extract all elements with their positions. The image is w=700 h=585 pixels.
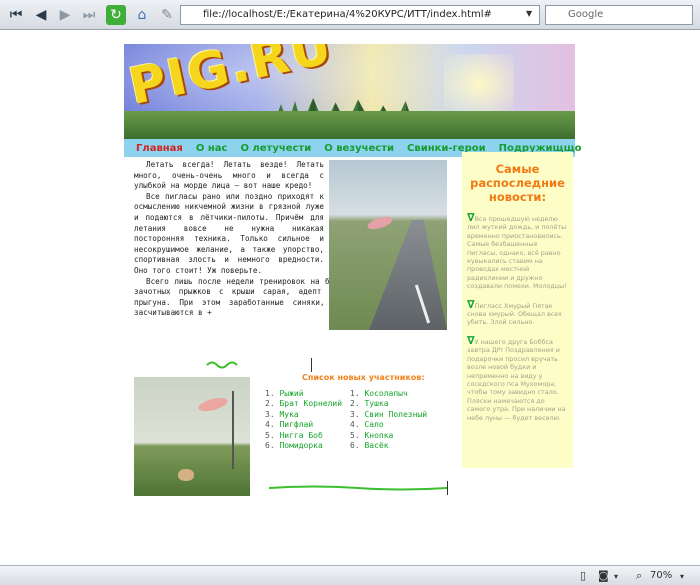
list-item: 1. Косолапыч [350,389,408,398]
flying-pig-shape [197,395,229,414]
triangle-bullet-icon: ∇ [467,211,475,224]
list-item: 2. Тушка [350,399,389,409]
home-icon[interactable]: ⌂ [132,5,152,25]
nav-item-luck[interactable]: О везучести [324,143,394,154]
flying-pig-field-image [134,377,250,496]
banner-glow [444,54,514,114]
member-link[interactable]: Васёк [364,441,388,450]
banner-field [124,111,575,139]
rewind-icon[interactable]: ⏮ [6,5,26,25]
dog-shape [178,469,194,481]
phone-icon[interactable]: ▯ [580,569,586,582]
flying-pig-road-image [329,160,447,330]
members-list: 1. Рыжий 2. Брат Корнелий 3. Мука 4. Пиг… [265,389,342,451]
back-icon[interactable]: ◀ [31,5,51,25]
list-item: 4. Сало [350,420,384,430]
news-text: У нашего друга Боббса завтра ДР! Поздрав… [467,337,566,422]
member-link[interactable]: Рыжий [279,389,303,398]
edit-icon[interactable]: ✎ [157,5,177,25]
pole-shape [232,391,234,469]
nav-item-flying[interactable]: О летучести [240,143,311,154]
chevron-down-icon[interactable]: ▾ [680,572,684,581]
nav-item-home[interactable]: Главная [136,143,183,154]
news-item: ∇Все прошедшую неделю лил жуткий дождь, … [467,211,568,291]
list-item: 6. Васёк [350,441,389,451]
member-link[interactable]: Косолапыч [364,389,407,398]
member-link[interactable]: Кнопка [364,431,393,440]
list-item: 2. Брат Корнелий [265,399,343,409]
list-item: 3. Свин Полезный [350,409,428,419]
news-item: ∇Пигласс Хмурый Пятак снова хмурый. Обещ… [467,297,568,327]
members-title: Список новых участников: [302,373,425,382]
address-bar[interactable]: file://localhost/E:/Екатерина/4%20КУРС/И… [180,5,540,25]
zoom-icon: ⌕ [636,569,643,582]
member-link[interactable]: Свин Полезный [364,410,427,419]
browser-toolbar: ⏮ ◀ ▶ ⏭ ↻ ⌂ ✎ file://localhost/E:/Екатер… [0,0,700,30]
camera-icon[interactable]: ◙ [598,569,609,582]
list-item: 6. Помидорка [265,441,323,451]
search-input[interactable]: Google [545,5,693,25]
members-list: 1. Косолапыч 2. Тушка 3. Свин Полезный 4… [350,389,427,451]
triangle-bullet-icon: ∇ [467,333,475,347]
road-shape [369,220,447,330]
squiggle-decoration [206,361,238,369]
divider-line [447,481,448,495]
zoom-level[interactable]: 70% [650,570,672,581]
chevron-down-icon[interactable]: ▾ [614,572,618,581]
status-bar: ▯ ◙ ▾ ⌕ 70% ▾ [0,565,700,585]
list-item: 5. Нигга Боб [265,430,323,440]
news-text: Пигласс Хмурый Пятак снова хмурый. Обеща… [467,301,562,327]
list-item: 3. Мука [265,409,299,419]
news-sidebar: Самые распоследние новости: ∇Все прошедш… [462,152,573,468]
list-item: 5. Кнопка [350,430,394,440]
news-text: Все прошедшую неделю лил жуткий дождь, и… [467,215,567,291]
forward-icon[interactable]: ▶ [55,5,75,25]
nav-item-about[interactable]: О нас [196,143,228,154]
member-link[interactable]: Брат Корнелий [279,399,342,408]
member-link[interactable]: Мука [279,410,298,419]
wave-divider [269,485,447,491]
article-paragraph: Все пигласы рано или поздно приходят к о… [134,191,324,275]
list-item: 4. Пигфлай [265,420,314,430]
site-banner: PIG.RU [124,44,575,139]
news-item: ∇У нашего друга Боббса завтра ДР! Поздра… [467,333,568,422]
member-link[interactable]: Помидорка [279,441,322,450]
news-heading: Самые распоследние новости: [470,162,565,204]
fast-forward-icon[interactable]: ⏭ [79,5,99,25]
member-link[interactable]: Пигфлай [279,420,313,429]
chevron-down-icon[interactable]: ▼ [526,9,532,18]
article-paragraph: Летать всегда! Летать везде! Летать мног… [134,160,324,191]
reload-icon[interactable]: ↻ [106,5,126,25]
list-item: 1. Рыжий [265,389,304,398]
triangle-bullet-icon: ∇ [467,297,475,311]
flying-pig-shape [366,214,394,232]
member-link[interactable]: Сало [364,420,383,429]
member-link[interactable]: Нигга Боб [279,431,322,440]
site-container: PIG.RU Главная О нас О летучести О везуч… [124,44,582,157]
divider-line [311,358,312,372]
member-link[interactable]: Тушка [364,399,388,408]
